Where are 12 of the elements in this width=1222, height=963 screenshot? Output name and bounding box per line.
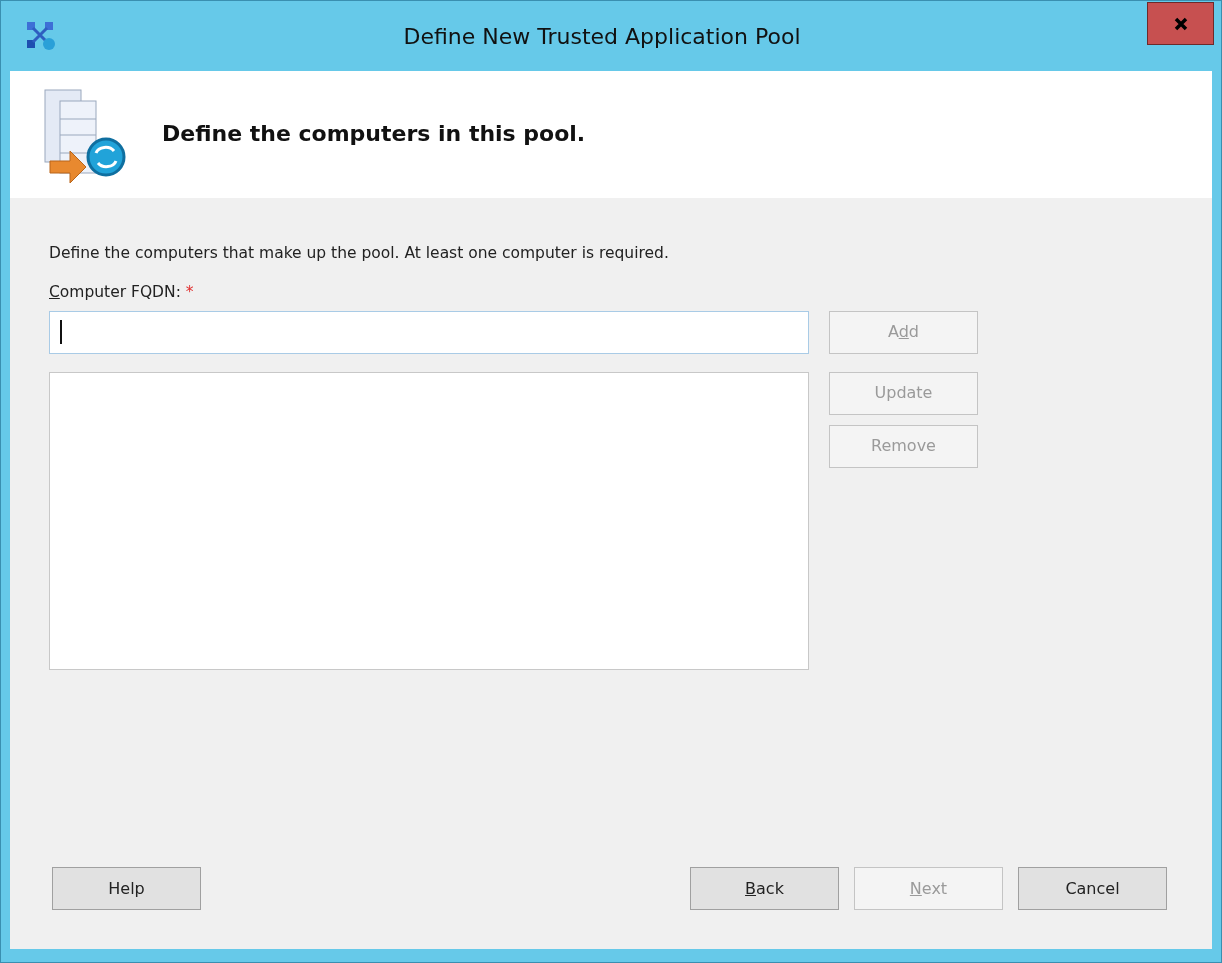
description-text: Define the computers that make up the pool. At least one computer is required. bbox=[49, 243, 670, 264]
close-button[interactable] bbox=[1147, 2, 1214, 45]
computer-list[interactable] bbox=[49, 371, 809, 670]
app-icon bbox=[25, 20, 57, 52]
field-label: Computer FQDN: * bbox=[49, 282, 194, 304]
close-icon bbox=[1172, 15, 1189, 32]
window-title: Define New Trusted Application Pool bbox=[402, 22, 802, 51]
footer-button[interactable]: Back bbox=[690, 867, 839, 910]
header-title: Define the computers in this pool. bbox=[162, 121, 586, 148]
fqdn-input-field[interactable] bbox=[49, 310, 809, 354]
footer-button[interactable]: Help bbox=[52, 867, 201, 910]
footer-button[interactable]: Cancel bbox=[1018, 867, 1167, 910]
